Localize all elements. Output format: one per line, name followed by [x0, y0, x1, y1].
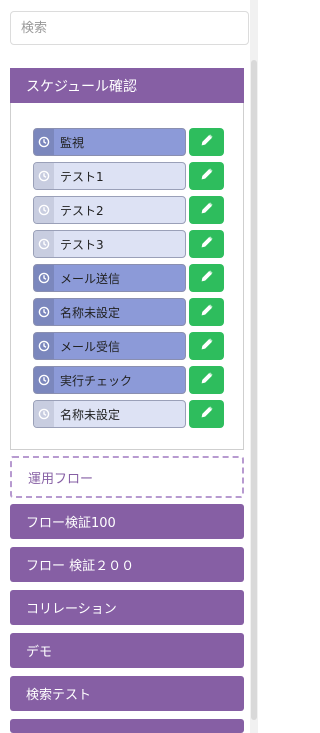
edit-button[interactable]	[189, 196, 224, 224]
nav-item-demo[interactable]: デモ	[10, 633, 244, 668]
task-row: 実行チェック	[33, 366, 246, 394]
clock-icon	[34, 231, 54, 257]
task-label: メール送信	[60, 271, 121, 286]
task-label: 名称未設定	[60, 407, 121, 422]
task-item-test2[interactable]: テスト2	[33, 196, 186, 224]
schedule-title: スケジュール確認	[26, 78, 138, 95]
clock-icon	[34, 333, 54, 359]
schedule-panel: 監視 テスト1 テスト2 テスト3 メール送信 名称未設定 メール受信 実行チェ…	[10, 103, 244, 450]
pencil-icon	[200, 405, 214, 423]
edit-button[interactable]	[189, 230, 224, 258]
task-item-untitled[interactable]: 名称未設定	[33, 298, 186, 326]
task-item-mail-send[interactable]: メール送信	[33, 264, 186, 292]
task-label: 実行チェック	[60, 373, 133, 388]
clock-icon	[34, 265, 54, 291]
pencil-icon	[200, 303, 214, 321]
pencil-icon	[200, 201, 214, 219]
search-input[interactable]	[10, 11, 249, 45]
nav-item-label: コリレーション	[26, 602, 117, 617]
edit-button[interactable]	[189, 366, 224, 394]
task-row: テスト3	[33, 230, 246, 258]
scrollbar-track[interactable]	[250, 0, 258, 733]
nav-item-label: フロー検証100	[26, 516, 116, 531]
task-row: 名称未設定	[33, 400, 246, 428]
task-row: メール受信	[33, 332, 246, 360]
pencil-icon	[200, 269, 214, 287]
task-label: メール受信	[60, 339, 121, 354]
task-row: テスト2	[33, 196, 246, 224]
pencil-icon	[200, 371, 214, 389]
nav-item-label: 検索テスト	[26, 688, 92, 703]
scrollbar-thumb[interactable]	[251, 60, 257, 720]
dropzone-label: 運用フロー	[28, 471, 94, 487]
task-item-mail-receive[interactable]: メール受信	[33, 332, 186, 360]
clock-icon	[34, 367, 54, 393]
clock-icon	[34, 163, 54, 189]
task-row: テスト1	[33, 162, 246, 190]
schedule-header[interactable]: スケジュール確認	[10, 68, 244, 103]
task-label: 名称未設定	[60, 305, 121, 320]
pencil-icon	[200, 235, 214, 253]
edit-button[interactable]	[189, 264, 224, 292]
clock-icon	[34, 129, 54, 155]
flow-dropzone[interactable]: 運用フロー	[10, 456, 244, 498]
nav-item-flow-200[interactable]: フロー 検証２００	[10, 547, 244, 582]
task-label: テスト3	[60, 237, 104, 252]
nav-item-correlation[interactable]: コリレーション	[10, 590, 244, 625]
pencil-icon	[200, 337, 214, 355]
pencil-icon	[200, 133, 214, 151]
task-label: 監視	[60, 135, 85, 150]
edit-button[interactable]	[189, 332, 224, 360]
task-row: 監視	[33, 128, 246, 156]
pencil-icon	[200, 167, 214, 185]
task-item-test1[interactable]: テスト1	[33, 162, 186, 190]
nav-item-label: デモ	[26, 645, 53, 660]
nav-item-flow-100[interactable]: フロー検証100	[10, 504, 244, 539]
task-label: テスト1	[60, 169, 104, 184]
task-item-test3[interactable]: テスト3	[33, 230, 186, 258]
edit-button[interactable]	[189, 162, 224, 190]
task-item-untitled-2[interactable]: 名称未設定	[33, 400, 186, 428]
clock-icon	[34, 401, 54, 427]
task-item-exec-check[interactable]: 実行チェック	[33, 366, 186, 394]
nav-item-search-test[interactable]: 検索テスト	[10, 676, 244, 711]
task-row: 名称未設定	[33, 298, 246, 326]
nav-item-label: フロー 検証２００	[26, 559, 135, 574]
edit-button[interactable]	[189, 298, 224, 326]
task-row: メール送信	[33, 264, 246, 292]
edit-button[interactable]	[189, 128, 224, 156]
task-item-kanshi[interactable]: 監視	[33, 128, 186, 156]
edit-button[interactable]	[189, 400, 224, 428]
clock-icon	[34, 299, 54, 325]
nav-item-partial[interactable]	[10, 719, 244, 733]
task-label: テスト2	[60, 203, 104, 218]
clock-icon	[34, 197, 54, 223]
